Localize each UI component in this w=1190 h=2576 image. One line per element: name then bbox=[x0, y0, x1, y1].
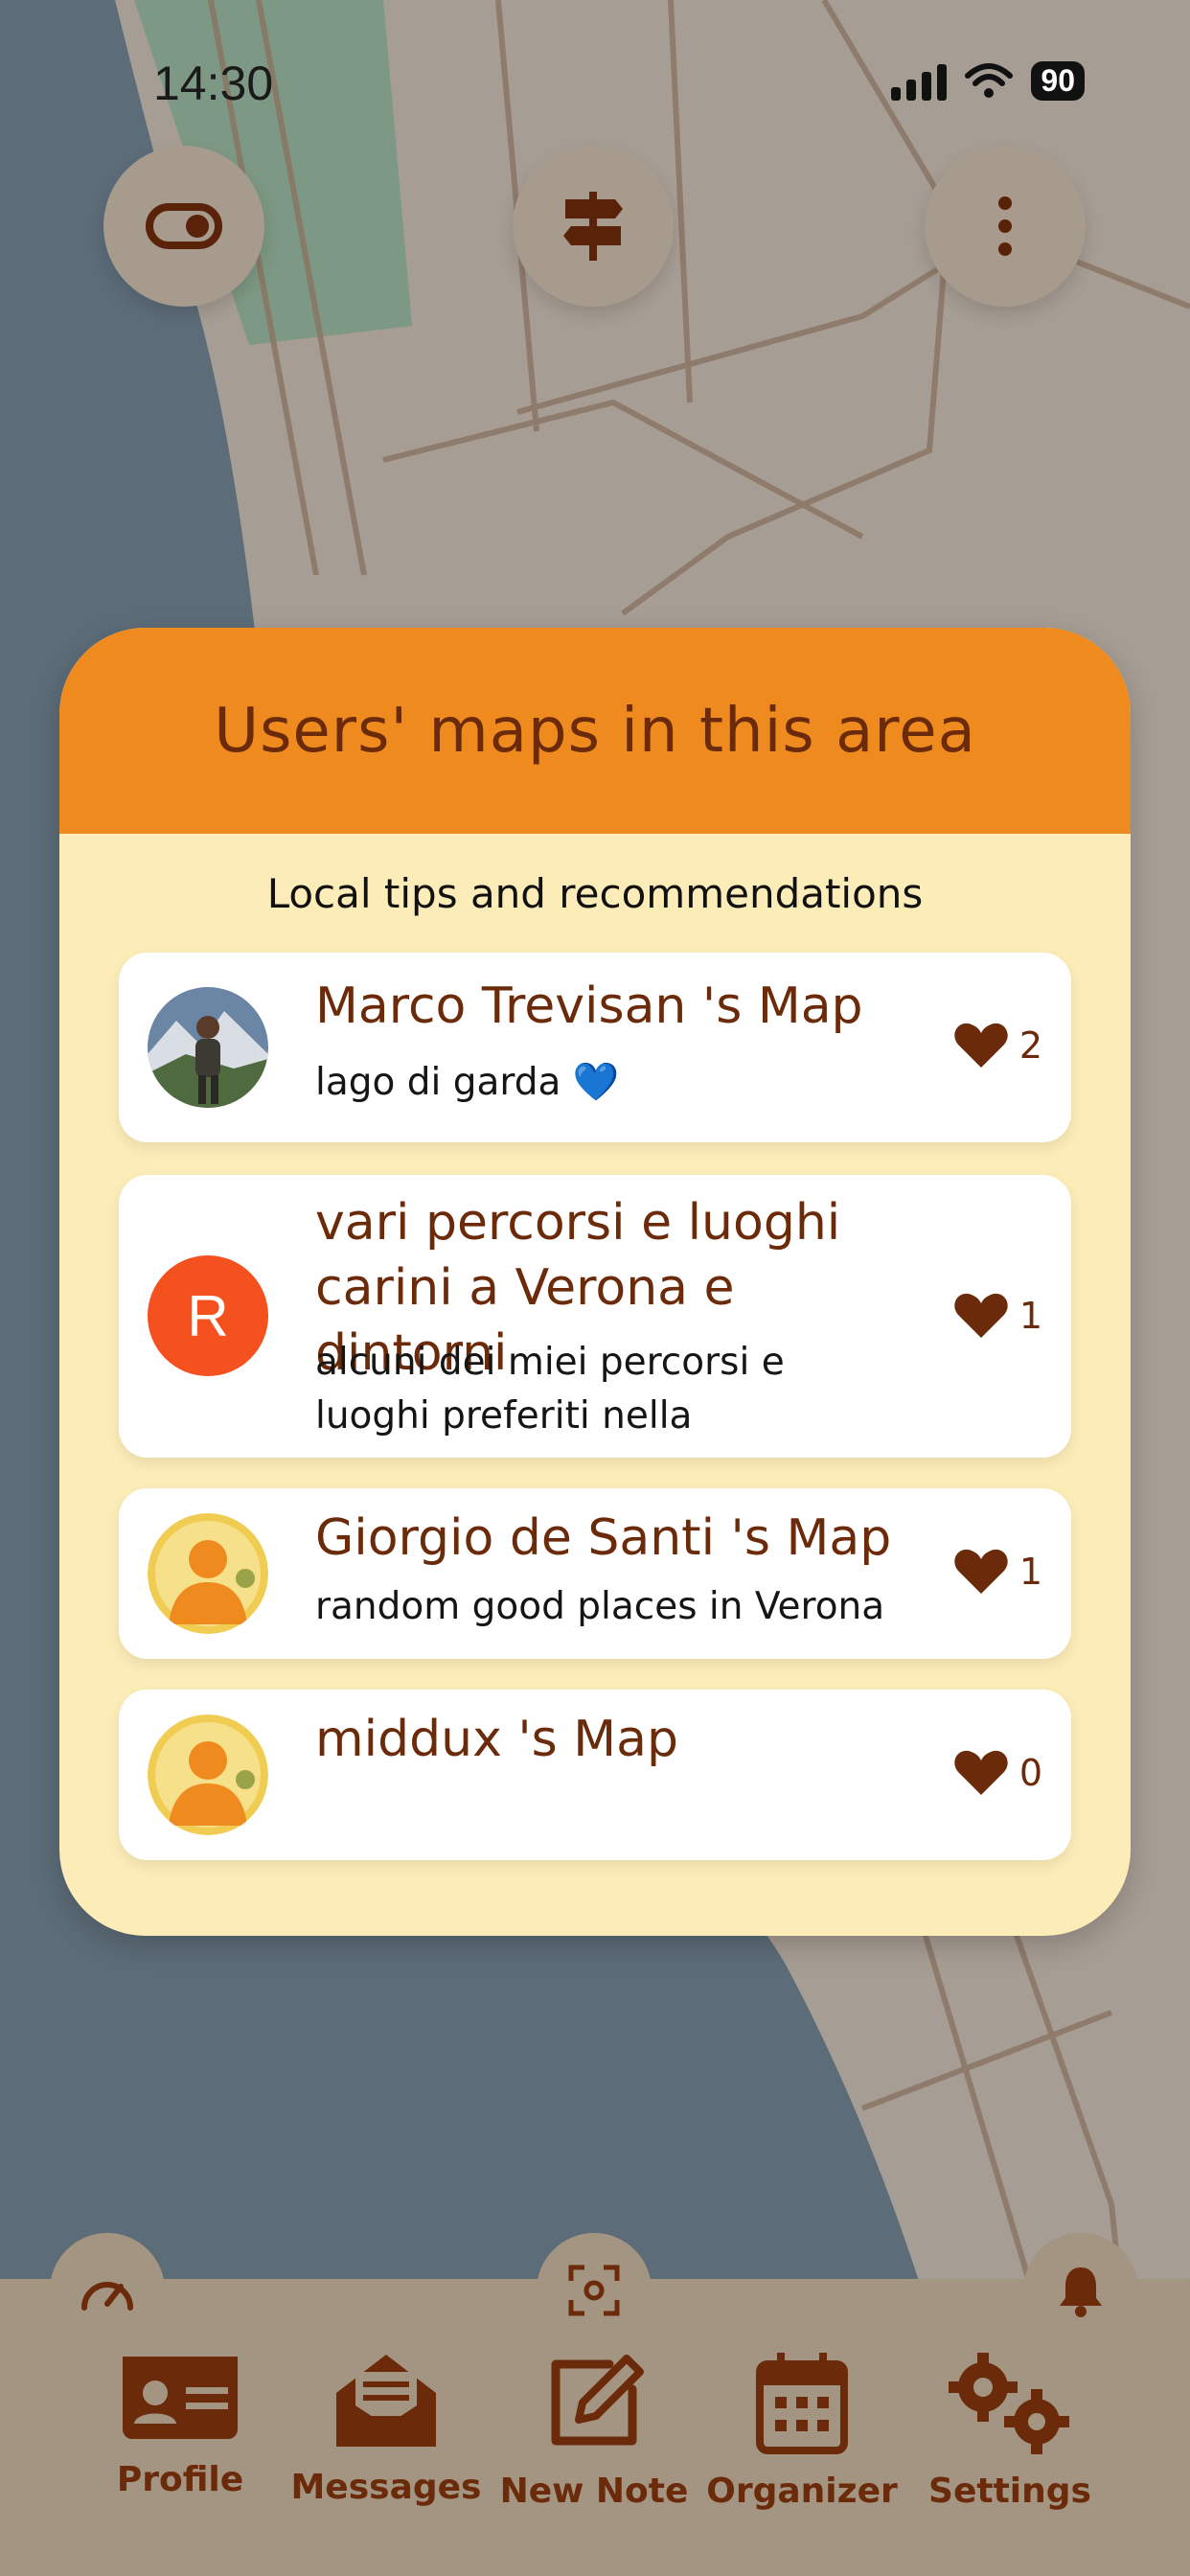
heart-icon bbox=[954, 1750, 1008, 1795]
more-vertical-icon bbox=[998, 196, 1012, 256]
user-placeholder-icon bbox=[148, 1714, 268, 1835]
focus-scan-icon bbox=[568, 2265, 620, 2316]
heart-icon bbox=[954, 1023, 1008, 1068]
tab-settings[interactable]: Settings bbox=[914, 2351, 1106, 2511]
panel-subtitle: Local tips and recommendations bbox=[266, 870, 924, 917]
likes-count: 2 bbox=[1018, 1024, 1042, 1067]
avatar bbox=[148, 1513, 268, 1634]
users-maps-panel: Users' maps in this area Local tips and … bbox=[59, 628, 1131, 1936]
heart-icon bbox=[954, 1293, 1008, 1338]
tab-label: Profile bbox=[116, 2460, 244, 2499]
user-placeholder-icon bbox=[148, 1513, 268, 1634]
map-card-description: alcuni dei miei percorsi e luoghi prefer… bbox=[315, 1341, 785, 1438]
map-card[interactable]: R vari percorsi e luoghi carini a Verona… bbox=[119, 1175, 1071, 1458]
map-card[interactable]: Marco Trevisan 's Map lago di garda 💙 2 bbox=[119, 953, 1071, 1142]
avatar: R bbox=[148, 1255, 268, 1376]
map-card-description: lago di garda 💙 bbox=[315, 1061, 620, 1104]
likes-counter[interactable]: 1 bbox=[954, 1548, 1042, 1596]
speedometer-button[interactable] bbox=[50, 2233, 165, 2348]
map-card-title: Marco Trevisan 's Map bbox=[315, 978, 863, 1035]
tab-label: New Note bbox=[499, 2472, 689, 2511]
tab-organizer[interactable]: Organizer bbox=[706, 2351, 898, 2511]
speedometer-icon bbox=[81, 2282, 133, 2311]
bell-icon bbox=[1060, 2267, 1102, 2317]
calendar-icon bbox=[756, 2353, 848, 2454]
status-icons: 90 bbox=[891, 61, 1085, 101]
status-time: 14:30 bbox=[153, 57, 274, 110]
likes-counter[interactable]: 1 bbox=[954, 1292, 1042, 1340]
tab-messages[interactable]: Messages bbox=[290, 2351, 482, 2507]
directions-button[interactable] bbox=[513, 146, 674, 307]
avatar bbox=[148, 1714, 268, 1835]
battery-indicator: 90 bbox=[1031, 61, 1085, 101]
likes-counter[interactable]: 0 bbox=[954, 1749, 1042, 1797]
signpost-icon bbox=[563, 192, 623, 261]
wifi-icon bbox=[965, 62, 1014, 98]
bottom-navigation: Profile Messages New Note Organizer Sett… bbox=[0, 2233, 1190, 2576]
map-card[interactable]: Giorgio de Santi 's Map random good plac… bbox=[119, 1488, 1071, 1659]
edit-icon bbox=[551, 2355, 644, 2446]
tab-label: Organizer bbox=[706, 2472, 898, 2511]
tab-label: Settings bbox=[928, 2472, 1091, 2511]
map-card-title: middux 's Map bbox=[315, 1711, 679, 1768]
envelope-icon bbox=[336, 2355, 436, 2447]
toggle-button[interactable] bbox=[103, 146, 264, 307]
map-card-title: Giorgio de Santi 's Map bbox=[315, 1509, 892, 1567]
likes-count: 0 bbox=[1018, 1752, 1042, 1794]
avatar-letter: R bbox=[187, 1283, 229, 1348]
likes-count: 1 bbox=[1018, 1551, 1042, 1593]
toggle-icon bbox=[146, 203, 222, 249]
gears-icon bbox=[949, 2353, 1069, 2454]
id-card-icon bbox=[123, 2357, 238, 2439]
tab-new-note[interactable]: New Note bbox=[498, 2351, 690, 2511]
user-photo bbox=[148, 987, 268, 1108]
avatar bbox=[148, 987, 268, 1108]
heart-icon bbox=[954, 1549, 1008, 1594]
likes-counter[interactable]: 2 bbox=[954, 1022, 1042, 1070]
map-card-description: random good places in Verona bbox=[315, 1585, 885, 1628]
panel-title: Users' maps in this area bbox=[214, 695, 976, 767]
notifications-button[interactable] bbox=[1023, 2233, 1138, 2348]
status-bar: 14:30 90 bbox=[0, 0, 1190, 163]
scan-button[interactable] bbox=[537, 2233, 652, 2348]
likes-count: 1 bbox=[1018, 1295, 1042, 1337]
panel-header: Users' maps in this area bbox=[59, 628, 1131, 834]
cellular-signal-icon bbox=[891, 62, 948, 101]
tab-label: Messages bbox=[290, 2468, 482, 2507]
more-options-button[interactable] bbox=[925, 146, 1086, 307]
map-card[interactable]: middux 's Map 0 bbox=[119, 1690, 1071, 1860]
tab-profile[interactable]: Profile bbox=[84, 2351, 276, 2499]
